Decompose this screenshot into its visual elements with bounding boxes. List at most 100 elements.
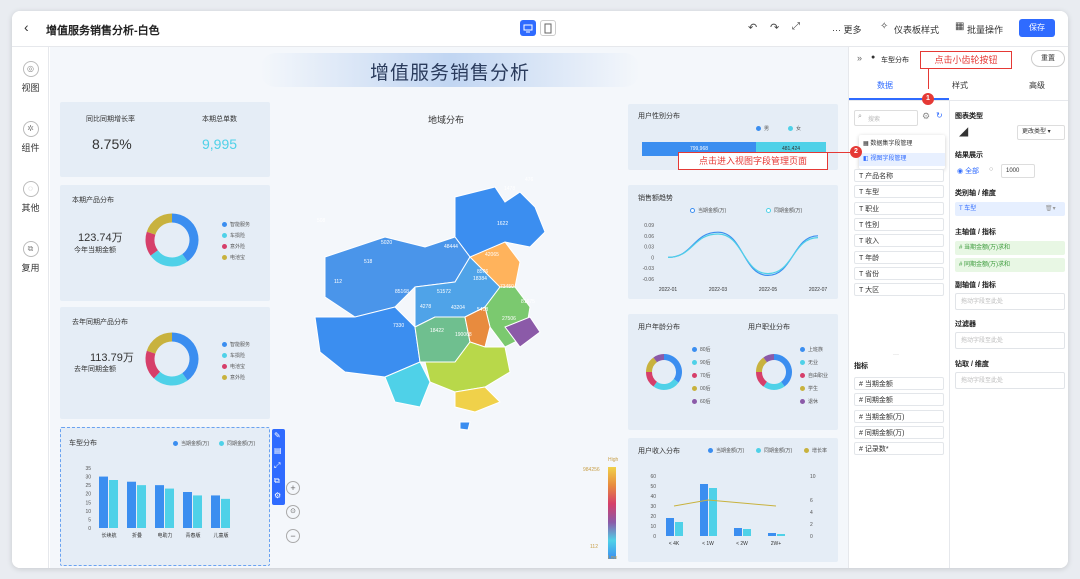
dimension-field[interactable]: T 职业 <box>854 201 944 215</box>
kpi-card[interactable]: 同比同期增长率 本期总单数 8.75% 9,995 <box>60 102 270 177</box>
dimension-field[interactable]: T 收入 <box>854 234 944 248</box>
trend-card[interactable]: 销售额趋势 当期金额(万) 同期金额(万) 0.09 0.06 0.03 0 -0.03… <box>628 185 838 299</box>
splitter-handle[interactable]: ··· <box>893 352 899 358</box>
reset-button[interactable]: 重置 <box>1031 50 1065 67</box>
donut-job <box>756 354 792 390</box>
result-all-radio[interactable]: ◉ 全部 <box>957 166 979 176</box>
more-button[interactable]: ··· 更多 <box>832 23 862 36</box>
gear-icon[interactable]: ⚙ <box>274 491 281 500</box>
search-box[interactable]: ⌕ 搜索 <box>854 110 918 126</box>
legend-item: 车损险 <box>222 352 245 359</box>
donut-last <box>145 332 199 386</box>
legend-item: 女 <box>788 125 801 132</box>
measure-field[interactable]: # 同期金额(万) <box>854 425 944 439</box>
edit-icon[interactable]: ✎ <box>274 431 281 440</box>
expand-icon[interactable]: ⤢ <box>274 461 280 471</box>
tick-label: 40 <box>650 494 656 500</box>
measure-field[interactable]: # 当期金额(万) <box>854 409 944 423</box>
desktop-view-icon[interactable] <box>520 20 536 36</box>
filter-drop[interactable]: 拖动字段至此处 <box>955 332 1065 349</box>
legend-swatch <box>690 208 695 214</box>
map-value-label: 7330 <box>393 323 405 329</box>
legend-swatch <box>692 386 697 392</box>
copy-icon[interactable]: ⧉ <box>274 476 280 486</box>
map-value-label: 5418 <box>477 307 489 313</box>
dashboard-style-button[interactable]: 仪表板样式 <box>894 23 939 36</box>
dimension-field[interactable]: T 性别 <box>854 217 944 231</box>
tab-style[interactable]: 样式 <box>952 80 968 91</box>
legend-item: 无业 <box>800 359 818 366</box>
legend-swatch <box>766 208 771 214</box>
nav-item-component[interactable]: ✲ 组件 <box>12 121 49 154</box>
refresh-icon[interactable]: ↻ <box>936 111 943 120</box>
search-icon: ⌕ <box>858 113 862 120</box>
delete-icon[interactable]: 🗑▾ <box>1045 202 1056 216</box>
collapse-icon[interactable]: » <box>857 53 862 63</box>
menu-dataset-fields[interactable]: ▦ 数据集字段管理 <box>863 138 912 147</box>
gear-icon[interactable]: ⚙ <box>922 111 930 122</box>
last-products-card[interactable]: 去年同期产品分布 113.79万 去年同期金额 智能服务 车损险 电池宝 意外险 <box>60 307 270 419</box>
map-value-label: 51572 <box>437 289 451 295</box>
sub-axis-drop[interactable]: 拖动字段至此处 <box>955 293 1065 310</box>
nav-item-other[interactable]: ◌ 其他 <box>12 181 49 214</box>
dimension-field[interactable]: T 产品名称 <box>854 169 944 182</box>
result-count-input[interactable]: 1000 <box>1001 164 1035 178</box>
reset-zoom-button[interactable]: ⊙ <box>286 505 300 519</box>
age-job-card[interactable]: 用户年龄分布 用户职业分布 80后 90后 70后 00后 60后 上班族 无业 自由职业学… <box>628 314 838 430</box>
dimension-field[interactable]: T 省份 <box>854 266 944 280</box>
donut-slice <box>763 354 775 363</box>
fullscreen-icon[interactable]: ⤢ <box>792 21 800 32</box>
table-icon[interactable]: ▤ <box>274 446 282 455</box>
redo-icon[interactable]: ↷ <box>770 21 779 34</box>
map-value-label: 18384 <box>473 276 487 282</box>
map-region-hainan <box>459 421 471 431</box>
zoom-in-button[interactable]: + <box>286 481 300 495</box>
measure-field[interactable]: # 同期金额 <box>854 393 944 407</box>
legend-swatch <box>800 347 805 353</box>
legend-item: 上班族 <box>800 346 823 353</box>
main-axis-label: 主轴值 / 指标 <box>955 229 996 236</box>
dimension-field[interactable]: T 车型 <box>854 185 944 199</box>
mobile-view-icon[interactable] <box>540 20 556 36</box>
drill-label: 钻取 / 维度 <box>955 361 989 368</box>
map-value-label: 85168 <box>395 289 409 295</box>
dimension-field[interactable]: T 年龄 <box>854 250 944 264</box>
tick-label: 4 <box>810 510 813 516</box>
main-axis-field-1[interactable]: # 当期金额(万)求和 <box>955 241 1065 255</box>
tick-label: 0.03 <box>644 245 654 251</box>
nav-item-view[interactable]: ◎ 视图 <box>12 61 49 94</box>
legend-item: 电池宝 <box>222 254 245 261</box>
zoom-out-button[interactable]: − <box>286 529 300 543</box>
chart-type-icon[interactable]: ◢ <box>959 124 968 138</box>
donut-slice <box>150 250 188 267</box>
car-type-card[interactable]: 车型分布 当期金额(万) 同期金额(万) 35 30 25 20 15 10 5 0 长续航 折叠… <box>60 427 270 566</box>
save-button[interactable]: 保存 <box>1019 19 1055 37</box>
china-map[interactable] <box>305 177 605 477</box>
bar <box>709 488 717 536</box>
tab-advanced[interactable]: 高级 <box>1029 80 1045 91</box>
map-value-label: 27506 <box>502 316 516 322</box>
tick-label: 20 <box>85 492 91 498</box>
back-icon[interactable]: ‹ <box>24 19 29 35</box>
current-products-card[interactable]: 本期产品分布 123.74万 今年当期金额 智能服务 车损险 意外险 电池宝 <box>60 185 270 301</box>
change-type-select[interactable]: 更改类型 ▾ <box>1017 125 1065 140</box>
measure-field[interactable]: # 记录数* <box>854 442 944 456</box>
drill-drop[interactable]: 拖动字段至此处 <box>955 372 1065 389</box>
tab-data[interactable]: 数据 <box>877 80 893 91</box>
legend-item: 意外险 <box>222 374 245 381</box>
category-label: < 4K <box>669 541 680 547</box>
result-count-radio[interactable]: ○ <box>989 166 993 173</box>
income-card[interactable]: 用户收入分布 当期金额(万) 同期金额(万) 增长率 60 50 40 30 20 10 0… <box>628 438 838 562</box>
nav-item-reuse[interactable]: ⧉ 复用 <box>12 241 49 274</box>
undo-icon[interactable]: ↶ <box>748 21 757 34</box>
dimension-field[interactable]: T 大区 <box>854 283 944 297</box>
category-field[interactable]: T 车型 🗑▾ <box>955 202 1065 216</box>
batch-operation-button[interactable]: 批量操作 <box>967 23 1003 36</box>
main-axis-field-2[interactable]: # 同期金额(万)求和 <box>955 258 1065 272</box>
bar <box>137 485 146 528</box>
map-value-label: 48444 <box>444 244 458 250</box>
current-products-amount: 123.74万 <box>78 232 123 244</box>
legend-item: 学生 <box>800 385 818 392</box>
menu-view-fields[interactable]: ◧ 视图字段管理 <box>859 153 945 166</box>
measure-field[interactable]: # 当期金额 <box>854 377 944 390</box>
